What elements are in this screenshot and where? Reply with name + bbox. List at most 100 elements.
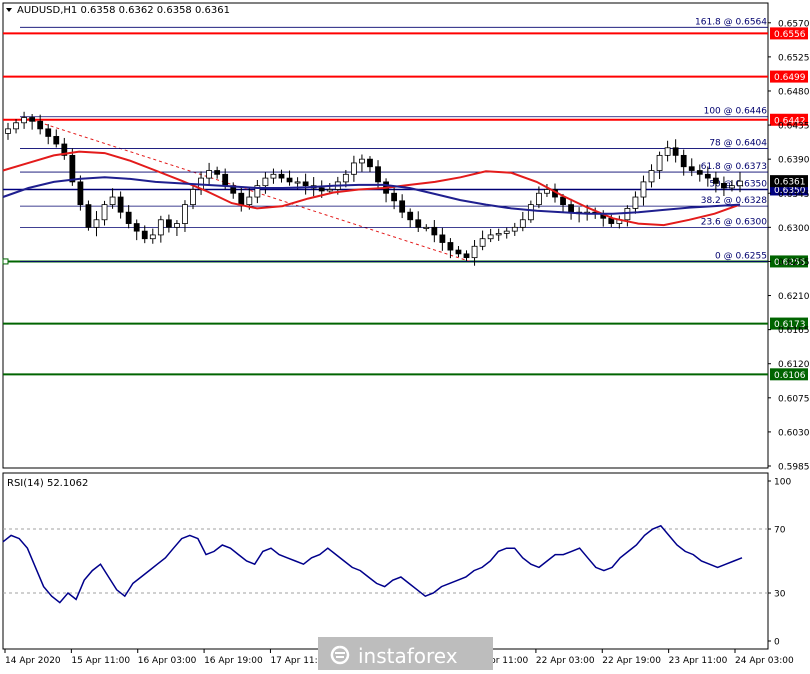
rsi-tick-label: 30 [774, 590, 786, 600]
price-tick-label: 0.6165 [778, 326, 810, 336]
candle-body [262, 177, 269, 187]
candle-body [101, 204, 108, 221]
candle-body [479, 238, 486, 247]
candle-body [222, 173, 229, 187]
candle-body [455, 249, 462, 255]
level-label: 0.6106 [774, 371, 806, 381]
candle-body [326, 189, 333, 192]
fibonacci-label: 23.6 @ 0.6300 [701, 217, 768, 227]
candle-body [37, 120, 44, 130]
price-tick-label: 0.6390 [778, 156, 810, 166]
time-tick-label: 15 Apr 11:00 [71, 656, 130, 666]
rsi-chart-title: RSI(14) 52.1062 [7, 478, 88, 489]
fibonacci-label: 78 @ 0.6404 [709, 139, 767, 149]
candle-body [391, 192, 398, 202]
candle-body [117, 196, 124, 213]
rsi-plot-frame [2, 472, 769, 650]
candle-body [632, 196, 639, 209]
candle-body [133, 223, 140, 232]
price-axis: 0.6570 0.6525 0.6480 0.6435 0.6390 0.6345 0.63… [768, 19, 810, 473]
price-tick-label: 0.6255 [778, 258, 810, 268]
candle-body [527, 204, 534, 221]
candle-body [246, 196, 253, 206]
candle-body [13, 122, 19, 130]
candle-body [431, 226, 438, 236]
candle-body [471, 245, 478, 259]
candle-body [560, 196, 566, 206]
candle-body [359, 158, 365, 164]
candle-body [503, 230, 510, 234]
candle-body [415, 219, 422, 228]
candle-body [680, 154, 687, 168]
candle-body [149, 234, 156, 240]
candle-body [463, 253, 470, 259]
chart-window: AUDUSD,H1 0.6358 0.6362 0.6358 0.6361 RS… [0, 0, 810, 670]
candle-body [399, 200, 406, 213]
candle-body [342, 173, 349, 183]
candle-body [640, 181, 647, 198]
price-tick-label: 0.6435 [778, 122, 810, 132]
candle-body [696, 170, 703, 175]
time-tick-label: 22 Apr 19:00 [602, 656, 661, 666]
chart-canvas: AUDUSD,H1 0.6358 0.6362 0.6358 0.6361 RS… [2, 2, 810, 670]
current-price-label: 0.6361 [774, 178, 806, 188]
candle-body [157, 219, 164, 236]
candle-body [5, 128, 11, 134]
candle-body [21, 117, 27, 124]
candle-body [648, 170, 655, 183]
price-tick-label: 0.6300 [778, 224, 810, 234]
candle-body [407, 211, 414, 221]
candle-body [318, 187, 325, 192]
candle-body [672, 147, 679, 156]
candle-body [286, 177, 293, 183]
candle-body [278, 173, 285, 179]
candle-body [721, 183, 727, 189]
candle-body [214, 170, 221, 175]
candle-body [568, 204, 574, 213]
price-tick-label: 0.6030 [778, 428, 810, 438]
fibonacci-label: 0 @ 0.6255 [715, 251, 767, 261]
time-tick-label: 16 Apr 03:00 [138, 656, 197, 666]
candle-body [495, 233, 502, 236]
candle-body [375, 166, 381, 183]
candle-body [93, 219, 100, 228]
candle-body [69, 154, 76, 183]
candle-body [53, 136, 60, 145]
candle-body [45, 128, 52, 137]
price-tick-label: 0.6210 [778, 292, 810, 302]
time-tick-label: 22 Apr 03:00 [536, 656, 595, 666]
rsi-tick-label: 100 [774, 478, 791, 488]
candle-body [29, 117, 36, 122]
candle-body [704, 173, 711, 179]
price-tick-label: 0.6120 [778, 360, 810, 370]
main-plot-frame [2, 2, 769, 469]
candle-body [656, 154, 663, 171]
level-anchor-marker [2, 258, 9, 265]
candle-body [624, 208, 631, 221]
candle-body [439, 234, 446, 243]
candle-body [182, 204, 188, 224]
price-tick-label: 0.6075 [778, 394, 810, 404]
candle-body [190, 189, 196, 206]
rsi-tick-label: 0 [774, 638, 780, 648]
candle-body [367, 158, 373, 168]
candle-body [511, 226, 518, 232]
watermark-text: instaforex [358, 644, 458, 668]
candle-body [85, 204, 92, 228]
candle-body [544, 189, 550, 194]
price-tick-label: 0.6525 [778, 53, 810, 63]
candle-body [447, 242, 454, 251]
candle-body [77, 181, 84, 206]
price-tick-label: 0.6345 [778, 190, 810, 200]
fibonacci-label: 161.8 @ 0.6564 [695, 17, 767, 27]
level-label: 0.6556 [774, 30, 806, 40]
candle-body [712, 177, 719, 184]
candle-body [165, 219, 172, 228]
candle-body [536, 192, 542, 206]
price-tick-label: 0.6480 [778, 87, 810, 97]
candle-body [664, 147, 671, 156]
instaforex-watermark: instaforex [318, 637, 493, 670]
candle-body [688, 166, 695, 171]
candle-body [423, 226, 430, 229]
time-tick-label: 16 Apr 19:00 [204, 656, 263, 666]
